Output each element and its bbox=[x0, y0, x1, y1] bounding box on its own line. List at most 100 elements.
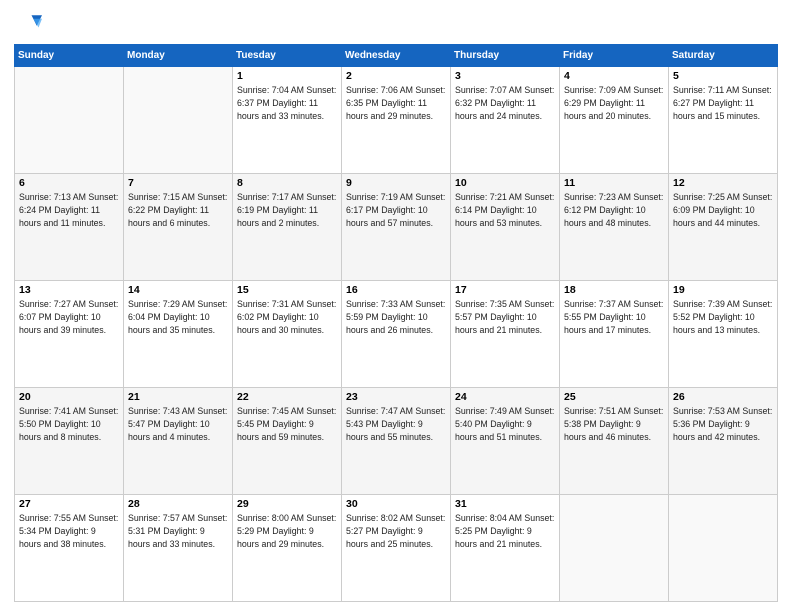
day-info: Sunrise: 7:04 AM Sunset: 6:37 PM Dayligh… bbox=[237, 84, 337, 122]
weekday-header: Friday bbox=[560, 45, 669, 67]
day-number: 30 bbox=[346, 498, 446, 510]
calendar-cell: 7 Sunrise: 7:15 AM Sunset: 6:22 PM Daylig… bbox=[124, 174, 233, 281]
calendar-cell: 21 Sunrise: 7:43 AM Sunset: 5:47 PM Dayli… bbox=[124, 388, 233, 495]
calendar-cell: 26 Sunrise: 7:53 AM Sunset: 5:36 PM Dayli… bbox=[669, 388, 778, 495]
day-number: 10 bbox=[455, 177, 555, 189]
day-number: 25 bbox=[564, 391, 664, 403]
calendar-cell: 22 Sunrise: 7:45 AM Sunset: 5:45 PM Dayli… bbox=[233, 388, 342, 495]
day-info: Sunrise: 7:51 AM Sunset: 5:38 PM Dayligh… bbox=[564, 405, 664, 443]
day-number: 24 bbox=[455, 391, 555, 403]
day-info: Sunrise: 7:23 AM Sunset: 6:12 PM Dayligh… bbox=[564, 191, 664, 229]
weekday-header: Wednesday bbox=[342, 45, 451, 67]
day-info: Sunrise: 7:45 AM Sunset: 5:45 PM Dayligh… bbox=[237, 405, 337, 443]
calendar-cell: 16 Sunrise: 7:33 AM Sunset: 5:59 PM Dayli… bbox=[342, 281, 451, 388]
day-number: 22 bbox=[237, 391, 337, 403]
day-number: 8 bbox=[237, 177, 337, 189]
day-info: Sunrise: 7:43 AM Sunset: 5:47 PM Dayligh… bbox=[128, 405, 228, 443]
day-number: 26 bbox=[673, 391, 773, 403]
day-info: Sunrise: 7:35 AM Sunset: 5:57 PM Dayligh… bbox=[455, 298, 555, 336]
calendar-cell: 17 Sunrise: 7:35 AM Sunset: 5:57 PM Dayli… bbox=[451, 281, 560, 388]
weekday-header: Monday bbox=[124, 45, 233, 67]
day-info: Sunrise: 7:53 AM Sunset: 5:36 PM Dayligh… bbox=[673, 405, 773, 443]
day-number: 7 bbox=[128, 177, 228, 189]
day-info: Sunrise: 8:02 AM Sunset: 5:27 PM Dayligh… bbox=[346, 512, 446, 550]
day-number: 3 bbox=[455, 70, 555, 82]
calendar-cell: 23Sunrise: 7:47 AM Sunset: 5:43 PM Dayli… bbox=[342, 388, 451, 495]
calendar-cell: 31 Sunrise: 8:04 AM Sunset: 5:25 PM Dayli… bbox=[451, 495, 560, 602]
day-info: Sunrise: 7:09 AM Sunset: 6:29 PM Dayligh… bbox=[564, 84, 664, 122]
calendar-cell: 9Sunrise: 7:19 AM Sunset: 6:17 PM Daylig… bbox=[342, 174, 451, 281]
day-number: 17 bbox=[455, 284, 555, 296]
calendar-cell: 28Sunrise: 7:57 AM Sunset: 5:31 PM Dayli… bbox=[124, 495, 233, 602]
day-info: Sunrise: 7:17 AM Sunset: 6:19 PM Dayligh… bbox=[237, 191, 337, 229]
calendar-cell: 4 Sunrise: 7:09 AM Sunset: 6:29 PM Daylig… bbox=[560, 67, 669, 174]
day-number: 20 bbox=[19, 391, 119, 403]
calendar-cell: 25 Sunrise: 7:51 AM Sunset: 5:38 PM Dayli… bbox=[560, 388, 669, 495]
calendar-cell: 20Sunrise: 7:41 AM Sunset: 5:50 PM Dayli… bbox=[15, 388, 124, 495]
calendar-cell: 29Sunrise: 8:00 AM Sunset: 5:29 PM Dayli… bbox=[233, 495, 342, 602]
calendar-cell: 13 Sunrise: 7:27 AM Sunset: 6:07 PM Dayli… bbox=[15, 281, 124, 388]
day-info: Sunrise: 7:25 AM Sunset: 6:09 PM Dayligh… bbox=[673, 191, 773, 229]
header bbox=[14, 10, 778, 38]
day-info: Sunrise: 7:15 AM Sunset: 6:22 PM Dayligh… bbox=[128, 191, 228, 229]
day-info: Sunrise: 7:27 AM Sunset: 6:07 PM Dayligh… bbox=[19, 298, 119, 336]
weekday-header: Tuesday bbox=[233, 45, 342, 67]
day-number: 2 bbox=[346, 70, 446, 82]
calendar-cell: 19Sunrise: 7:39 AM Sunset: 5:52 PM Dayli… bbox=[669, 281, 778, 388]
day-number: 27 bbox=[19, 498, 119, 510]
calendar-cell: 8 Sunrise: 7:17 AM Sunset: 6:19 PM Daylig… bbox=[233, 174, 342, 281]
day-number: 1 bbox=[237, 70, 337, 82]
calendar-cell bbox=[15, 67, 124, 174]
calendar-cell: 14 Sunrise: 7:29 AM Sunset: 6:04 PM Dayli… bbox=[124, 281, 233, 388]
calendar-cell bbox=[124, 67, 233, 174]
calendar-cell bbox=[560, 495, 669, 602]
day-info: Sunrise: 7:57 AM Sunset: 5:31 PM Dayligh… bbox=[128, 512, 228, 550]
calendar-cell: 6 Sunrise: 7:13 AM Sunset: 6:24 PM Daylig… bbox=[15, 174, 124, 281]
day-number: 29 bbox=[237, 498, 337, 510]
day-number: 23 bbox=[346, 391, 446, 403]
weekday-header: Thursday bbox=[451, 45, 560, 67]
day-number: 6 bbox=[19, 177, 119, 189]
page: SundayMondayTuesdayWednesdayThursdayFrid… bbox=[0, 0, 792, 612]
day-info: Sunrise: 7:31 AM Sunset: 6:02 PM Dayligh… bbox=[237, 298, 337, 336]
day-number: 11 bbox=[564, 177, 664, 189]
day-info: Sunrise: 7:07 AM Sunset: 6:32 PM Dayligh… bbox=[455, 84, 555, 122]
calendar-week-row: 6 Sunrise: 7:13 AM Sunset: 6:24 PM Daylig… bbox=[15, 174, 778, 281]
day-number: 21 bbox=[128, 391, 228, 403]
day-info: Sunrise: 7:39 AM Sunset: 5:52 PM Dayligh… bbox=[673, 298, 773, 336]
day-number: 14 bbox=[128, 284, 228, 296]
calendar-cell: 30 Sunrise: 8:02 AM Sunset: 5:27 PM Dayli… bbox=[342, 495, 451, 602]
calendar-cell: 2Sunrise: 7:06 AM Sunset: 6:35 PM Daylig… bbox=[342, 67, 451, 174]
day-info: Sunrise: 8:04 AM Sunset: 5:25 PM Dayligh… bbox=[455, 512, 555, 550]
calendar-cell: 5 Sunrise: 7:11 AM Sunset: 6:27 PM Daylig… bbox=[669, 67, 778, 174]
day-info: Sunrise: 7:29 AM Sunset: 6:04 PM Dayligh… bbox=[128, 298, 228, 336]
day-info: Sunrise: 7:37 AM Sunset: 5:55 PM Dayligh… bbox=[564, 298, 664, 336]
weekday-header: Sunday bbox=[15, 45, 124, 67]
calendar-week-row: 20Sunrise: 7:41 AM Sunset: 5:50 PM Dayli… bbox=[15, 388, 778, 495]
day-number: 12 bbox=[673, 177, 773, 189]
day-info: Sunrise: 7:49 AM Sunset: 5:40 PM Dayligh… bbox=[455, 405, 555, 443]
day-info: Sunrise: 7:11 AM Sunset: 6:27 PM Dayligh… bbox=[673, 84, 773, 122]
calendar-week-row: 1 Sunrise: 7:04 AM Sunset: 6:37 PM Daylig… bbox=[15, 67, 778, 174]
calendar-cell: 12 Sunrise: 7:25 AM Sunset: 6:09 PM Dayli… bbox=[669, 174, 778, 281]
calendar-cell: 1 Sunrise: 7:04 AM Sunset: 6:37 PM Daylig… bbox=[233, 67, 342, 174]
day-info: Sunrise: 7:55 AM Sunset: 5:34 PM Dayligh… bbox=[19, 512, 119, 550]
day-info: Sunrise: 7:33 AM Sunset: 5:59 PM Dayligh… bbox=[346, 298, 446, 336]
calendar-cell: 24 Sunrise: 7:49 AM Sunset: 5:40 PM Dayli… bbox=[451, 388, 560, 495]
day-number: 13 bbox=[19, 284, 119, 296]
calendar-cell: 18Sunrise: 7:37 AM Sunset: 5:55 PM Dayli… bbox=[560, 281, 669, 388]
calendar-cell bbox=[669, 495, 778, 602]
day-number: 15 bbox=[237, 284, 337, 296]
day-number: 4 bbox=[564, 70, 664, 82]
day-number: 31 bbox=[455, 498, 555, 510]
day-number: 5 bbox=[673, 70, 773, 82]
calendar-week-row: 27 Sunrise: 7:55 AM Sunset: 5:34 PM Dayli… bbox=[15, 495, 778, 602]
weekday-header: Saturday bbox=[669, 45, 778, 67]
day-number: 16 bbox=[346, 284, 446, 296]
calendar-cell: 11 Sunrise: 7:23 AM Sunset: 6:12 PM Dayli… bbox=[560, 174, 669, 281]
day-number: 9 bbox=[346, 177, 446, 189]
day-info: Sunrise: 7:13 AM Sunset: 6:24 PM Dayligh… bbox=[19, 191, 119, 229]
logo-icon bbox=[14, 10, 42, 38]
calendar-table: SundayMondayTuesdayWednesdayThursdayFrid… bbox=[14, 44, 778, 602]
calendar-week-row: 13 Sunrise: 7:27 AM Sunset: 6:07 PM Dayli… bbox=[15, 281, 778, 388]
